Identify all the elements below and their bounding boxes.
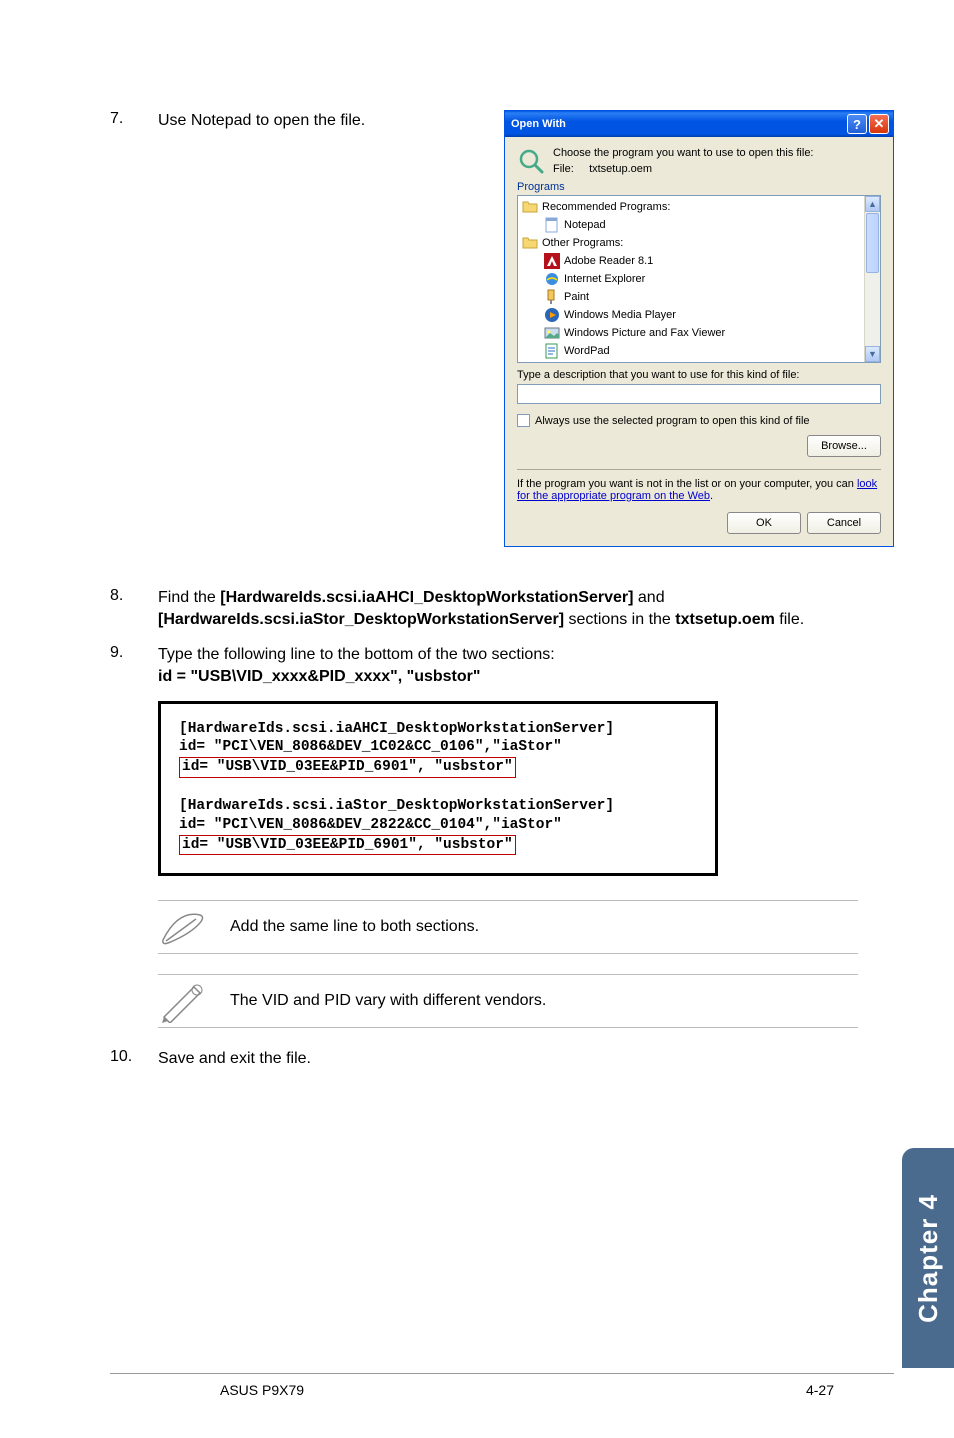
programs-label: Programs: [517, 181, 881, 193]
dialog-prompt: Choose the program you want to use to op…: [553, 147, 814, 159]
highlighted-code-line: id= "USB\VID_03EE&PID_6901", "usbstor": [179, 757, 516, 778]
notepad-icon: [544, 217, 560, 233]
item-wmp[interactable]: Windows Media Player: [520, 306, 862, 324]
step-number: 8.: [110, 587, 158, 632]
magnifier-icon: [517, 147, 545, 175]
dialog-title: Open With: [511, 118, 566, 130]
note-text: The VID and PID vary with different vend…: [230, 992, 546, 1010]
footer-right: 4-27: [806, 1382, 834, 1398]
highlighted-code-line: id= "USB\VID_03EE&PID_6901", "usbstor": [179, 835, 516, 856]
group-other: Other Programs:: [520, 234, 862, 252]
wmp-icon: [544, 307, 560, 323]
footer-left: ASUS P9X79: [220, 1382, 304, 1398]
code-line: [HardwareIds.scsi.iaStor_DesktopWorkstat…: [179, 797, 697, 816]
close-icon[interactable]: ✕: [869, 114, 889, 134]
code-line: id= "PCI\VEN_8086&DEV_1C02&CC_0106","iaS…: [179, 738, 697, 757]
page-footer: ASUS P9X79 4-27: [110, 1373, 894, 1398]
step-number: 7.: [110, 110, 158, 132]
note-icon: [158, 905, 208, 949]
web-hint: If the program you want is not in the li…: [517, 478, 881, 502]
paint-icon: [544, 289, 560, 305]
step-number: 10.: [110, 1048, 158, 1070]
step-text: Save and exit the file.: [158, 1048, 894, 1070]
scrollbar[interactable]: ▲ ▼: [864, 196, 880, 362]
dialog-titlebar[interactable]: Open With ? ✕: [505, 111, 893, 137]
item-paint[interactable]: Paint: [520, 288, 862, 306]
code-example-box: [HardwareIds.scsi.iaAHCI_DesktopWorkstat…: [158, 701, 718, 877]
description-input[interactable]: [517, 384, 881, 404]
step-number: 9.: [110, 644, 158, 689]
ie-icon: [544, 271, 560, 287]
adobe-icon: [544, 253, 560, 269]
cancel-button[interactable]: Cancel: [807, 512, 881, 534]
scroll-down-icon[interactable]: ▼: [865, 346, 880, 362]
picture-viewer-icon: [544, 325, 560, 341]
note-block: The VID and PID vary with different vend…: [158, 974, 858, 1028]
item-wpfv[interactable]: Windows Picture and Fax Viewer: [520, 324, 862, 342]
always-use-label: Always use the selected program to open …: [535, 415, 810, 427]
file-name: txtsetup.oem: [589, 163, 652, 175]
chapter-tab: Chapter 4: [902, 1148, 954, 1368]
item-adobe[interactable]: Adobe Reader 8.1: [520, 252, 862, 270]
pencil-icon: [158, 979, 208, 1023]
note-text: Add the same line to both sections.: [230, 918, 479, 936]
code-line: [HardwareIds.scsi.iaAHCI_DesktopWorkstat…: [179, 720, 697, 739]
programs-listbox[interactable]: Recommended Programs: Notepad Other Prog…: [517, 195, 881, 363]
browse-button[interactable]: Browse...: [807, 435, 881, 457]
group-recommended: Recommended Programs:: [520, 198, 862, 216]
description-label: Type a description that you want to use …: [517, 369, 881, 381]
note-block: Add the same line to both sections.: [158, 900, 858, 954]
folder-icon: [522, 199, 538, 215]
folder-icon: [522, 235, 538, 251]
file-label: File:: [553, 163, 574, 175]
step-text: Use Notepad to open the file.: [158, 110, 450, 132]
scroll-up-icon[interactable]: ▲: [865, 196, 880, 212]
wordpad-icon: [544, 343, 560, 359]
help-icon[interactable]: ?: [847, 114, 867, 134]
item-notepad[interactable]: Notepad: [520, 216, 862, 234]
code-line: id= "PCI\VEN_8086&DEV_2822&CC_0104","iaS…: [179, 816, 697, 835]
always-use-checkbox[interactable]: [517, 414, 530, 427]
item-ie[interactable]: Internet Explorer: [520, 270, 862, 288]
step-text: Type the following line to the bottom of…: [158, 644, 894, 689]
open-with-dialog: Open With ? ✕ Choose the program you wan…: [504, 110, 894, 547]
ok-button[interactable]: OK: [727, 512, 801, 534]
scroll-thumb[interactable]: [866, 213, 879, 273]
item-wordpad[interactable]: WordPad: [520, 342, 862, 360]
step-text: Find the [HardwareIds.scsi.iaAHCI_Deskto…: [158, 587, 894, 632]
